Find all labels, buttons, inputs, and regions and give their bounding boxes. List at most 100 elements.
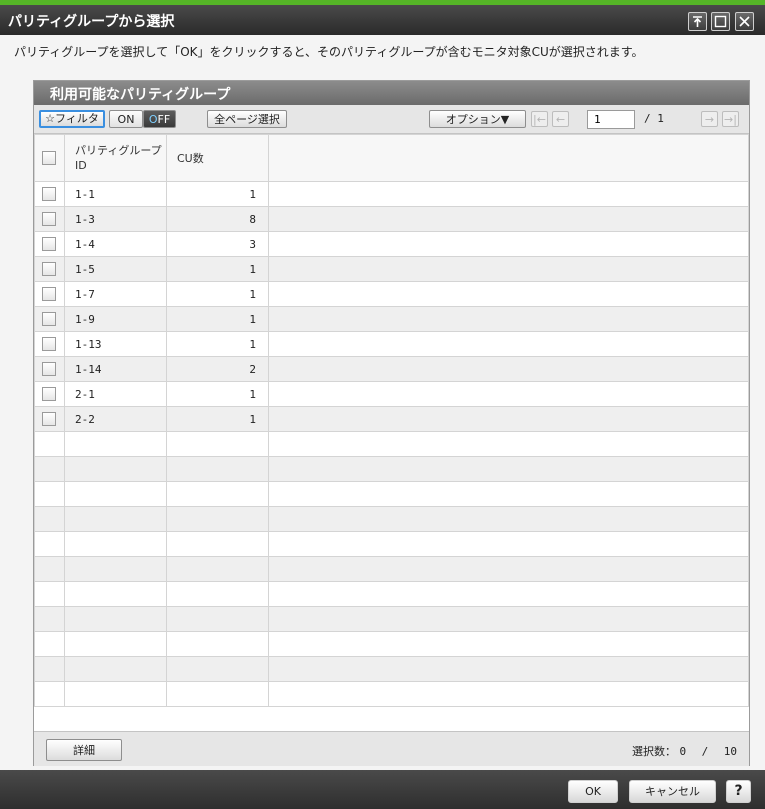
- empty-cell: [34, 456, 65, 482]
- empty-row: [34, 456, 749, 482]
- empty-cell: [34, 606, 65, 632]
- help-button[interactable]: ?: [726, 780, 751, 803]
- row-checkbox-cell: [34, 381, 65, 407]
- next-page-icon[interactable]: →: [701, 111, 718, 127]
- cu-count-cell: 1: [166, 406, 269, 432]
- page-number-input[interactable]: [587, 110, 635, 129]
- table-row[interactable]: 1-5 1: [34, 256, 749, 282]
- empty-row: [34, 506, 749, 532]
- row-checkbox[interactable]: [42, 287, 56, 302]
- detail-button[interactable]: 詳細: [46, 739, 122, 761]
- select-all-checkbox[interactable]: [42, 151, 56, 165]
- first-page-icon[interactable]: |←: [531, 111, 548, 127]
- last-page-icon[interactable]: →|: [722, 111, 739, 127]
- ok-button[interactable]: OK: [568, 780, 618, 803]
- select-all-pages-button[interactable]: 全ページ選択: [207, 110, 287, 128]
- cu-count-cell: 1: [166, 331, 269, 357]
- row-checkbox-cell: [34, 331, 65, 357]
- panel-header: 利用可能なパリティグループ: [34, 81, 749, 105]
- row-checkbox-cell: [34, 281, 65, 307]
- empty-row: [34, 481, 749, 507]
- parity-group-id-cell: 2-2: [64, 406, 167, 432]
- empty-cell: [34, 481, 65, 507]
- row-checkbox[interactable]: [42, 387, 56, 402]
- table-row[interactable]: 1-4 3: [34, 231, 749, 257]
- filler-cell: [268, 381, 749, 407]
- row-checkbox[interactable]: [42, 187, 56, 202]
- row-checkbox[interactable]: [42, 212, 56, 227]
- panel-title: 利用可能なパリティグループ: [50, 87, 231, 103]
- table-header-row: パリティグループID CU数: [34, 134, 749, 182]
- select-all-cell: [34, 134, 65, 182]
- options-button[interactable]: オプション▼: [429, 110, 526, 128]
- row-checkbox[interactable]: [42, 412, 56, 427]
- empty-row: [34, 531, 749, 557]
- empty-cell: [166, 631, 269, 657]
- row-checkbox[interactable]: [42, 237, 56, 252]
- header-parity-group-id[interactable]: パリティグループID: [64, 134, 167, 182]
- empty-cell: [268, 656, 749, 682]
- row-checkbox[interactable]: [42, 362, 56, 377]
- table-row[interactable]: 2-2 1: [34, 406, 749, 432]
- cu-count-cell: 8: [166, 206, 269, 232]
- empty-cell: [34, 681, 65, 707]
- row-checkbox-cell: [34, 306, 65, 332]
- empty-cell: [268, 531, 749, 557]
- maximize-icon[interactable]: [711, 12, 730, 31]
- empty-cell: [268, 581, 749, 607]
- row-checkbox[interactable]: [42, 312, 56, 327]
- close-icon[interactable]: [735, 12, 754, 31]
- empty-cell: [166, 581, 269, 607]
- row-checkbox-cell: [34, 256, 65, 282]
- table-row[interactable]: 1-9 1: [34, 306, 749, 332]
- filler-cell: [268, 231, 749, 257]
- row-checkbox[interactable]: [42, 262, 56, 277]
- empty-cell: [166, 656, 269, 682]
- filler-cell: [268, 206, 749, 232]
- parity-group-table: パリティグループID CU数 1-1 1 1-3 8 1-4 3 1-5 1 1-7 1 1-9 1 1…: [34, 134, 749, 707]
- empty-row: [34, 556, 749, 582]
- pin-icon[interactable]: [688, 12, 707, 31]
- header-filler: [268, 134, 749, 182]
- filter-button[interactable]: ☆フィルタ: [39, 110, 105, 128]
- parity-group-id-cell: 1-4: [64, 231, 167, 257]
- filter-on-toggle[interactable]: ON: [109, 110, 143, 128]
- empty-cell: [64, 606, 167, 632]
- empty-cell: [64, 556, 167, 582]
- filter-off-toggle[interactable]: OFF: [143, 110, 176, 128]
- empty-cell: [268, 506, 749, 532]
- prev-page-icon[interactable]: ←: [552, 111, 569, 127]
- empty-cell: [268, 431, 749, 457]
- table-row[interactable]: 1-1 1: [34, 181, 749, 207]
- cu-count-cell: 1: [166, 306, 269, 332]
- empty-cell: [166, 606, 269, 632]
- off-label-rest: FF: [157, 113, 171, 126]
- empty-cell: [64, 506, 167, 532]
- table-row[interactable]: 1-7 1: [34, 281, 749, 307]
- empty-cell: [166, 431, 269, 457]
- table-row[interactable]: 1-13 1: [34, 331, 749, 357]
- row-checkbox-cell: [34, 206, 65, 232]
- window-title: パリティグループから選択: [8, 14, 175, 30]
- page-total: / 1: [644, 112, 664, 125]
- title-bar: パリティグループから選択: [0, 5, 765, 35]
- dialog-button-bar: OK キャンセル ?: [0, 770, 765, 809]
- selection-label: 選択数：: [632, 745, 676, 758]
- cu-count-cell: 1: [166, 181, 269, 207]
- table-toolbar: ☆フィルタ ON OFF 全ページ選択 オプション▼ |← ← / 1 → →|: [34, 105, 749, 134]
- filler-cell: [268, 256, 749, 282]
- table-row[interactable]: 1-3 8: [34, 206, 749, 232]
- empty-cell: [166, 481, 269, 507]
- header-cu-count[interactable]: CU数: [166, 134, 269, 182]
- empty-cell: [64, 431, 167, 457]
- table-row[interactable]: 1-14 2: [34, 356, 749, 382]
- empty-cell: [268, 681, 749, 707]
- table-row[interactable]: 2-1 1: [34, 381, 749, 407]
- empty-cell: [166, 531, 269, 557]
- cancel-button[interactable]: キャンセル: [629, 780, 716, 803]
- empty-cell: [34, 431, 65, 457]
- empty-row: [34, 631, 749, 657]
- cu-count-cell: 1: [166, 256, 269, 282]
- empty-cell: [34, 631, 65, 657]
- row-checkbox[interactable]: [42, 337, 56, 352]
